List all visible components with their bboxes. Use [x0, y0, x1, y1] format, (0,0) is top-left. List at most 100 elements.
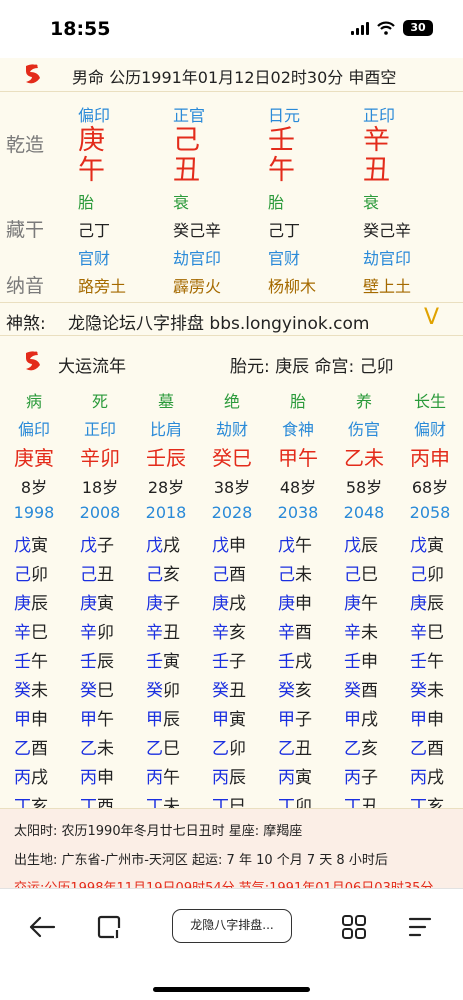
liunian-cell[interactable]: 辛巳 — [410, 618, 444, 643]
dayun-shishen: 偏印 — [17, 420, 50, 439]
liunian-cell[interactable]: 癸未 — [14, 676, 48, 701]
pillar-shishen: 正官 — [173, 106, 206, 125]
liunian-cell[interactable]: 丙戌 — [14, 763, 48, 788]
liunian-cell[interactable]: 庚午 — [344, 589, 378, 614]
dayun-ganzhi[interactable]: 甲午 — [268, 442, 328, 471]
liunian-cell[interactable]: 丙申 — [80, 763, 114, 788]
liunian-cell[interactable]: 己卯 — [410, 560, 444, 585]
liunian-zhi: 午 — [97, 710, 114, 730]
liunian-cell[interactable]: 辛丑 — [146, 618, 180, 643]
liunian-cell[interactable]: 戊戌 — [146, 531, 180, 556]
liunian-cell[interactable]: 辛巳 — [14, 618, 48, 643]
liunian-cell[interactable]: 己巳 — [344, 560, 378, 585]
liunian-zhi: 辰 — [163, 710, 180, 730]
liunian-zhi: 辰 — [229, 768, 246, 788]
tabs-button[interactable] — [92, 909, 128, 945]
liunian-cell[interactable]: 丙寅 — [278, 763, 312, 788]
liunian-cell[interactable]: 壬辰 — [80, 647, 114, 672]
back-button[interactable] — [24, 909, 60, 945]
liunian-cell[interactable]: 甲子 — [278, 705, 312, 730]
liunian-cell[interactable]: 丙午 — [146, 763, 180, 788]
liunian-cell[interactable]: 己酉 — [212, 560, 246, 585]
liunian-cell[interactable]: 丙戌 — [410, 763, 444, 788]
liunian-cell[interactable]: 癸未 — [410, 676, 444, 701]
liunian-cell[interactable]: 乙未 — [80, 734, 114, 759]
liunian-cell[interactable]: 甲午 — [80, 705, 114, 730]
liunian-cell[interactable]: 庚寅 — [80, 589, 114, 614]
current-tab-title[interactable]: 龙隐八字排盘... — [172, 909, 292, 943]
liunian-cell[interactable]: 己未 — [278, 560, 312, 585]
liunian-cell[interactable]: 庚戌 — [212, 589, 246, 614]
dayun-ganzhi[interactable]: 辛卯 — [70, 442, 130, 471]
liunian-cell[interactable]: 壬戌 — [278, 647, 312, 672]
liunian-cell[interactable]: 甲申 — [410, 705, 444, 730]
liunian-cell[interactable]: 庚子 — [146, 589, 180, 614]
liunian-cell[interactable]: 甲申 — [14, 705, 48, 730]
liunian-cell[interactable]: 辛卯 — [80, 618, 114, 643]
liunian-cell[interactable]: 癸丑 — [212, 676, 246, 701]
liunian-cell[interactable]: 辛未 — [344, 618, 378, 643]
liunian-zhi: 未 — [31, 681, 48, 701]
liunian-cell[interactable]: 壬寅 — [146, 647, 180, 672]
liunian-cell[interactable]: 戊申 — [212, 531, 246, 556]
dayun-state: 胎 — [289, 392, 306, 411]
liunian-cell[interactable]: 辛酉 — [278, 618, 312, 643]
shensha-row[interactable]: 神煞: 龙隐论坛八字排盘 bbs.longyinok.com V — [0, 302, 463, 336]
liunian-cell[interactable]: 乙巳 — [146, 734, 180, 759]
liunian-cell[interactable]: 癸巳 — [80, 676, 114, 701]
dayun-ganzhi[interactable]: 壬辰 — [136, 442, 196, 471]
liunian-gan: 丙 — [146, 768, 163, 788]
liunian-cell[interactable]: 乙卯 — [212, 734, 246, 759]
dayun-ganzhi[interactable]: 癸巳 — [202, 442, 262, 471]
taiyuan-minggong: 胎元: 庚辰 命宫: 己卯 — [230, 357, 394, 377]
pillar-canggan-shishen: 劫官印 — [173, 249, 222, 268]
dayun-ganzhi[interactable]: 庚寅 — [4, 442, 64, 471]
liunian-cell[interactable]: 戊子 — [80, 531, 114, 556]
liunian-cell[interactable]: 庚辰 — [410, 589, 444, 614]
liunian-cell[interactable]: 己卯 — [14, 560, 48, 585]
liunian-cell[interactable]: 乙丑 — [278, 734, 312, 759]
liunian-cell[interactable]: 戊午 — [278, 531, 312, 556]
liunian-cell[interactable]: 甲辰 — [146, 705, 180, 730]
dayun-ganzhi[interactable]: 乙未 — [334, 442, 394, 471]
liunian-gan: 甲 — [278, 710, 295, 730]
dayun-ganzhi[interactable]: 丙申 — [400, 442, 460, 471]
pillar-shishen: 偏印 — [78, 106, 111, 125]
liunian-cell[interactable]: 乙酉 — [410, 734, 444, 759]
grid-icon — [342, 915, 366, 939]
grid-menu-button[interactable] — [336, 909, 372, 945]
liunian-gan: 戊 — [410, 536, 427, 556]
signal-icon — [351, 21, 369, 35]
liunian-cell[interactable]: 癸酉 — [344, 676, 378, 701]
liunian-zhi: 寅 — [31, 536, 48, 556]
menu-button[interactable] — [402, 909, 438, 945]
liunian-cell[interactable]: 丙辰 — [212, 763, 246, 788]
pillar-gan: 己 — [173, 125, 200, 156]
pillar-zhi: 午 — [78, 155, 105, 186]
liunian-cell[interactable]: 庚申 — [278, 589, 312, 614]
liunian-zhi: 子 — [97, 536, 114, 556]
liunian-cell[interactable]: 癸亥 — [278, 676, 312, 701]
liunian-cell[interactable]: 壬午 — [410, 647, 444, 672]
liunian-cell[interactable]: 丙子 — [344, 763, 378, 788]
liunian-cell[interactable]: 辛亥 — [212, 618, 246, 643]
liunian-cell[interactable]: 乙酉 — [14, 734, 48, 759]
liunian-cell[interactable]: 戊寅 — [410, 531, 444, 556]
liunian-cell[interactable]: 庚辰 — [14, 589, 48, 614]
liunian-cell[interactable]: 乙亥 — [344, 734, 378, 759]
liunian-cell[interactable]: 壬申 — [344, 647, 378, 672]
liunian-cell[interactable]: 壬子 — [212, 647, 246, 672]
liunian-cell[interactable]: 癸卯 — [146, 676, 180, 701]
liunian-cell[interactable]: 戊辰 — [344, 531, 378, 556]
liunian-gan: 壬 — [146, 652, 163, 672]
liunian-gan: 己 — [14, 565, 31, 585]
liunian-cell[interactable]: 甲寅 — [212, 705, 246, 730]
expand-chevron-icon[interactable]: V — [424, 305, 439, 330]
dayun-age: 18岁 — [81, 478, 119, 497]
liunian-gan: 戊 — [344, 536, 361, 556]
liunian-cell[interactable]: 戊寅 — [14, 531, 48, 556]
liunian-cell[interactable]: 己丑 — [80, 560, 114, 585]
liunian-cell[interactable]: 己亥 — [146, 560, 180, 585]
liunian-cell[interactable]: 壬午 — [14, 647, 48, 672]
liunian-cell[interactable]: 甲戌 — [344, 705, 378, 730]
